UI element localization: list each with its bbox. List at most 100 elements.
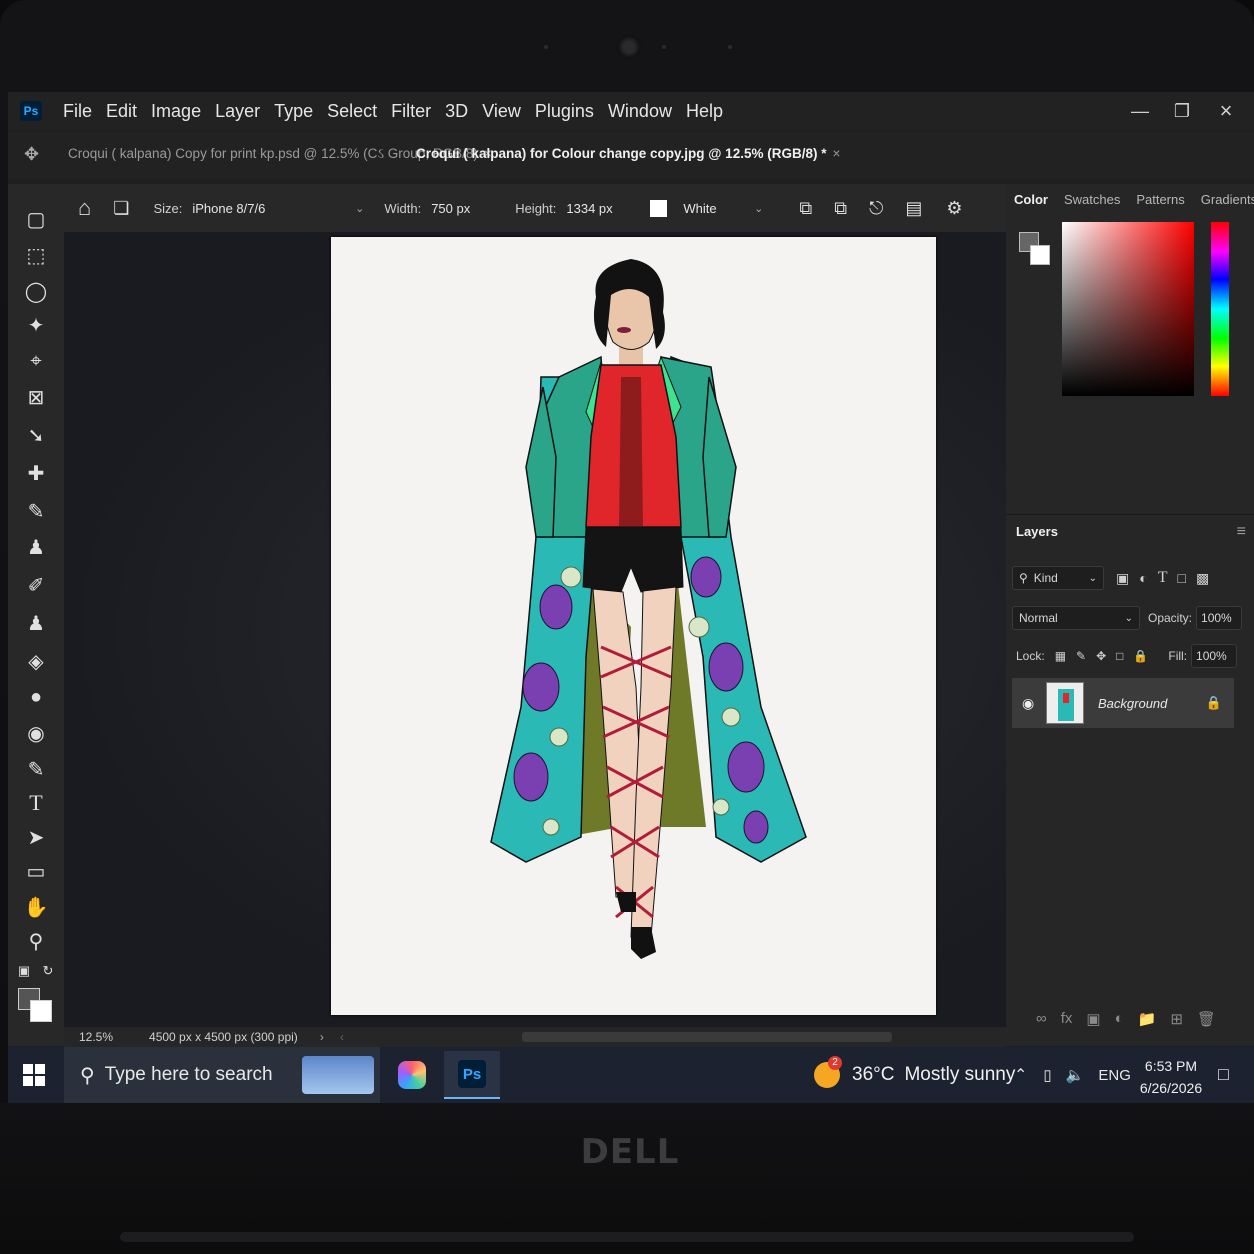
layer-row-background[interactable]: ◉ Background 🔒 [1012,678,1234,728]
speaker-icon[interactable]: 🔈 [1066,1066,1085,1084]
brush-icon[interactable]: ✎ [20,496,52,526]
history-brush-icon[interactable]: ✐ [20,570,52,600]
magic-wand-icon[interactable]: ✦ [20,310,52,340]
layers-title[interactable]: Layers [1016,524,1058,539]
adjustment-layer-icon[interactable]: ◐ [1115,1010,1124,1028]
horizontal-scrollbar[interactable] [522,1032,892,1042]
fill-color-swatch[interactable] [650,199,668,217]
smart-object-filter-icon[interactable]: ▩ [1196,570,1209,587]
dodge-icon[interactable]: ◉ [20,718,52,748]
pixel-filter-icon[interactable]: ▣ [1116,570,1129,587]
new-layer-icon[interactable]: ⊞ [1170,1010,1183,1028]
menu-type[interactable]: Type [267,101,320,122]
close-window-icon[interactable]: × [1204,92,1248,130]
lock-position-icon[interactable]: ✥ [1096,649,1106,663]
menu-layer[interactable]: Layer [208,101,267,122]
new-group-icon[interactable]: 📁 [1138,1010,1157,1028]
document-canvas[interactable] [331,237,936,1015]
swap-colors-icon[interactable]: ↻ [38,956,58,986]
type-filter-icon[interactable]: T [1158,569,1168,587]
menu-3d[interactable]: 3D [438,101,475,122]
align-icon[interactable]: ▤ [905,198,922,219]
healing-brush-icon[interactable]: ✚ [20,458,52,488]
move-panel-icon[interactable]: ✥ [24,144,39,165]
panel-background-color[interactable] [1030,245,1050,265]
rectangle-icon[interactable]: ▭ [20,856,52,886]
language-indicator[interactable]: ENG [1098,1067,1131,1084]
delete-layer-icon[interactable]: 🗑 [1197,1010,1216,1028]
home-icon[interactable]: ⌂ [78,195,91,221]
size-select[interactable]: iPhone 8/7/6 ⌄ [186,195,371,221]
height-field[interactable]: 1334 px [560,195,641,221]
kind-filter-select[interactable]: ⚲ Kind ⌄ [1012,566,1104,590]
artboard-add-icon[interactable]: ⧉ [799,198,812,219]
pen-icon[interactable]: ✎ [20,754,52,784]
lock-artboard-icon[interactable]: □ [1116,649,1123,663]
eraser-icon[interactable]: ♟ [20,608,52,638]
paint-bucket-icon[interactable]: ◈ [20,646,52,676]
adjustment-filter-icon[interactable]: ◐ [1139,570,1147,586]
notifications-icon[interactable]: □ [1218,1064,1229,1085]
default-colors-icon[interactable]: ▣ [14,956,34,986]
eyedropper-icon[interactable]: ➘ [20,420,52,450]
tab-swatches[interactable]: Swatches [1056,192,1128,207]
tab-croqui-colour-change[interactable]: Croqui ( kalpana) for Colour change copy… [416,146,840,161]
menu-select[interactable]: Select [320,101,384,122]
layer-style-icon[interactable]: fx [1061,1010,1073,1028]
opacity-field[interactable]: 100% [1196,606,1243,630]
windows-start-icon[interactable] [8,1047,60,1103]
color-swatches[interactable] [18,988,58,1028]
weather-widget[interactable]: 2 36°C Mostly sunny [814,1047,1015,1103]
minimize-icon[interactable]: — [1118,92,1162,130]
copilot-icon[interactable] [384,1051,440,1099]
panel-menu-icon[interactable]: ≡ [1237,523,1246,541]
crop-icon[interactable]: ⌖ [20,346,52,376]
hand-icon[interactable]: ✋ [20,892,52,922]
menu-window[interactable]: Window [601,101,679,122]
menu-help[interactable]: Help [679,101,730,122]
type-tool-icon[interactable]: T [20,788,52,818]
path-selection-icon[interactable]: ➤ [20,822,52,852]
taskbar-clock[interactable]: 6:53 PM 6/26/2026 [1136,1055,1206,1099]
clone-stamp-icon[interactable]: ♟ [20,532,52,562]
chevron-right-icon[interactable]: › [320,1030,324,1044]
tab-gradients[interactable]: Gradients [1193,192,1254,207]
menu-file[interactable]: File [56,101,99,122]
lasso-icon[interactable]: ◯ [20,276,52,306]
menu-filter[interactable]: Filter [384,101,438,122]
color-picker-field[interactable] [1062,222,1194,396]
menu-plugins[interactable]: Plugins [528,101,601,122]
fill-field[interactable]: 100% [1191,644,1238,668]
blend-mode-select[interactable]: Normal ⌄ [1012,606,1140,630]
fill-select[interactable]: White ⌄ [677,195,770,221]
blur-icon[interactable]: ● [20,682,52,712]
menu-image[interactable]: Image [144,101,208,122]
taskbar-photoshop[interactable]: Ps [444,1051,500,1099]
artboard-icon[interactable]: ▢ [20,204,52,234]
link-layers-icon[interactable]: ∞ [1036,1010,1047,1028]
lock-all-icon[interactable]: 🔒 [1133,649,1148,663]
artboard-crop-icon[interactable]: ⧉ [834,198,847,219]
taskbar-search-box[interactable]: ⚲ Type here to search [64,1047,380,1103]
chevron-left-icon[interactable]: ‹ [340,1030,344,1044]
artboard-export-icon[interactable]: ⎋ [869,198,883,219]
chevron-up-icon[interactable]: ⌃ [1014,1065,1027,1085]
tab-close-icon[interactable]: × [832,146,840,161]
visibility-eye-icon[interactable]: ◉ [1022,695,1034,712]
lock-pixels-icon[interactable]: ✎ [1076,649,1086,663]
menu-edit[interactable]: Edit [99,101,144,122]
zoom-level[interactable]: 12.5% [79,1030,113,1044]
battery-icon[interactable]: ▯ [1043,1066,1051,1084]
background-color[interactable] [30,1000,52,1022]
lock-transparent-icon[interactable]: ▦ [1055,649,1066,663]
tab-patterns[interactable]: Patterns [1128,192,1192,207]
marquee-icon[interactable]: ⬚ [20,240,52,270]
tab-color[interactable]: Color [1006,192,1056,207]
artboard-tool-icon[interactable]: ❏ [113,198,129,219]
menu-view[interactable]: View [475,101,528,122]
add-mask-icon[interactable]: ▣ [1086,1010,1100,1028]
width-field[interactable]: 750 px [425,195,496,221]
gear-icon[interactable]: ⚙ [946,198,962,219]
frame-icon[interactable]: ⊠ [20,382,52,412]
hue-slider[interactable] [1211,222,1229,396]
